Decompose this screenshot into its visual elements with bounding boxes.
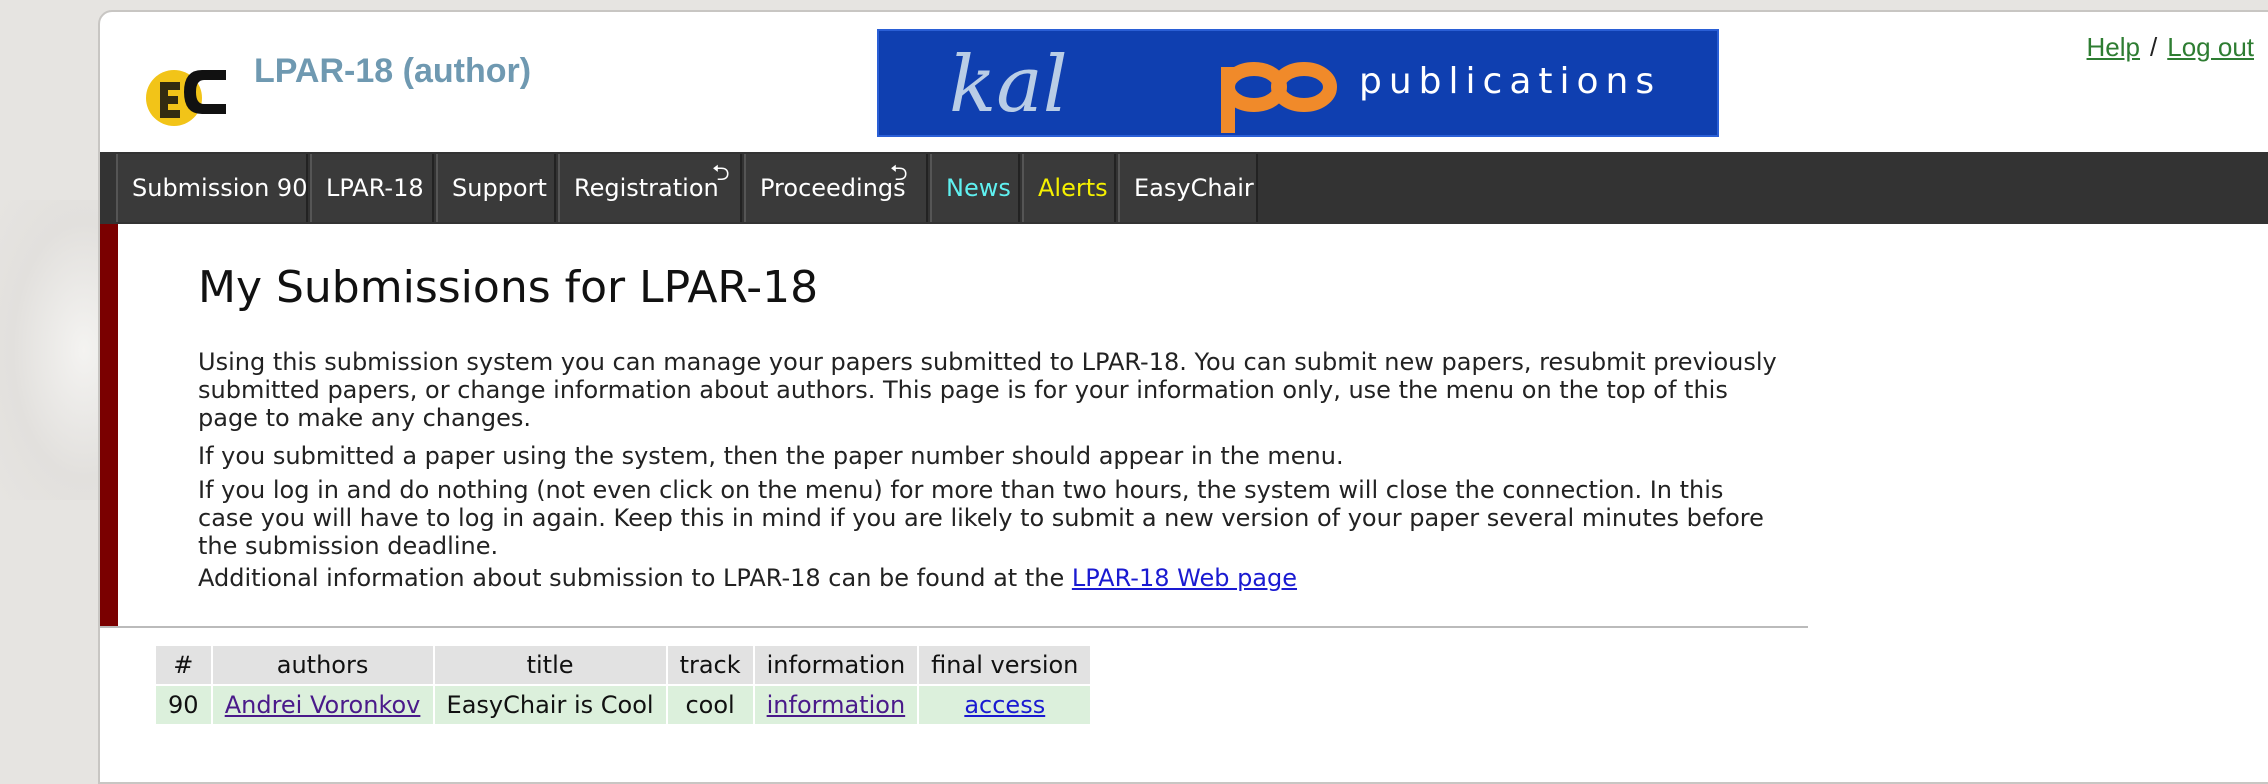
author-link[interactable]: Andrei Voronkov <box>225 691 421 719</box>
svg-text:kal: kal <box>949 40 1068 130</box>
app-title: LPAR-18 (author) <box>254 52 532 90</box>
tab-alerts[interactable]: Alerts <box>1022 154 1116 222</box>
tab-easychair[interactable]: EasyChair <box>1118 154 1258 222</box>
kalpa-publications-banner[interactable]: kal publications <box>877 29 1719 137</box>
cell-track: cool <box>665 684 755 726</box>
header-number: # <box>154 644 213 686</box>
header-track: track <box>665 644 755 686</box>
divider <box>100 626 1808 628</box>
main-menu: Submission 90 LPAR-18 Support Registrati… <box>100 152 2268 224</box>
link-separator: / <box>2150 32 2158 62</box>
header-title: title <box>432 644 668 686</box>
info-text: Additional information about submission … <box>198 564 1072 592</box>
timeout-paragraph: If you log in and do nothing (not even c… <box>198 476 1764 560</box>
header-final-version: final version <box>917 644 1093 686</box>
web-page-link[interactable]: LPAR-18 Web page <box>1072 564 1297 592</box>
tab-news[interactable]: News <box>930 154 1020 222</box>
return-arrow-icon: ⮌ <box>890 161 908 186</box>
tab-lpar-18[interactable]: LPAR-18 <box>310 154 434 222</box>
help-link[interactable]: Help <box>2087 32 2140 62</box>
tab-label: Proceedings <box>760 174 906 202</box>
tab-label: Registration <box>574 174 719 202</box>
tab-label: LPAR-18 <box>326 174 424 202</box>
tab-label: EasyChair <box>1134 174 1254 202</box>
cell-title: EasyChair is Cool <box>432 684 668 726</box>
table-header-row: # authors title track information final … <box>154 644 1093 686</box>
tab-support[interactable]: Support <box>436 154 556 222</box>
submissions-table: # authors title track information final … <box>154 644 1093 726</box>
kalpa-logo: kal <box>949 40 1337 133</box>
cell-authors: Andrei Voronkov <box>210 684 435 726</box>
tab-registration[interactable]: Registration ⮌ <box>558 154 742 222</box>
header-information: information <box>752 644 920 686</box>
banner-subtitle: publications <box>1359 61 1662 102</box>
page-container: LPAR-18 (author) kal publications Help / L… <box>98 10 2268 784</box>
cell-information: information <box>752 684 920 726</box>
tab-label: News <box>946 174 1011 202</box>
left-accent-bar <box>100 224 118 627</box>
tab-label: Submission 90 <box>132 174 308 202</box>
page-title: My Submissions for LPAR-18 <box>198 262 819 313</box>
return-arrow-icon: ⮌ <box>712 161 730 186</box>
access-link[interactable]: access <box>964 691 1045 719</box>
top-links: Help / Log out <box>2087 32 2254 63</box>
easychair-logo <box>146 70 226 126</box>
tab-label: Support <box>452 174 547 202</box>
tab-label: Alerts <box>1038 174 1108 202</box>
cell-number: 90 <box>154 684 213 726</box>
tab-submission-90[interactable]: Submission 90 <box>116 154 308 222</box>
info-paragraph: Additional information about submission … <box>198 564 1778 592</box>
tab-proceedings[interactable]: Proceedings ⮌ <box>744 154 928 222</box>
menu-note-paragraph: If you submitted a paper using the syste… <box>198 442 1344 470</box>
information-link[interactable]: information <box>767 691 906 719</box>
header-authors: authors <box>210 644 435 686</box>
intro-paragraph: Using this submission system you can man… <box>198 348 1777 432</box>
logout-link[interactable]: Log out <box>2167 32 2254 62</box>
cell-final-version: access <box>917 684 1093 726</box>
table-row: 90 Andrei Voronkov EasyChair is Cool coo… <box>154 684 1093 726</box>
